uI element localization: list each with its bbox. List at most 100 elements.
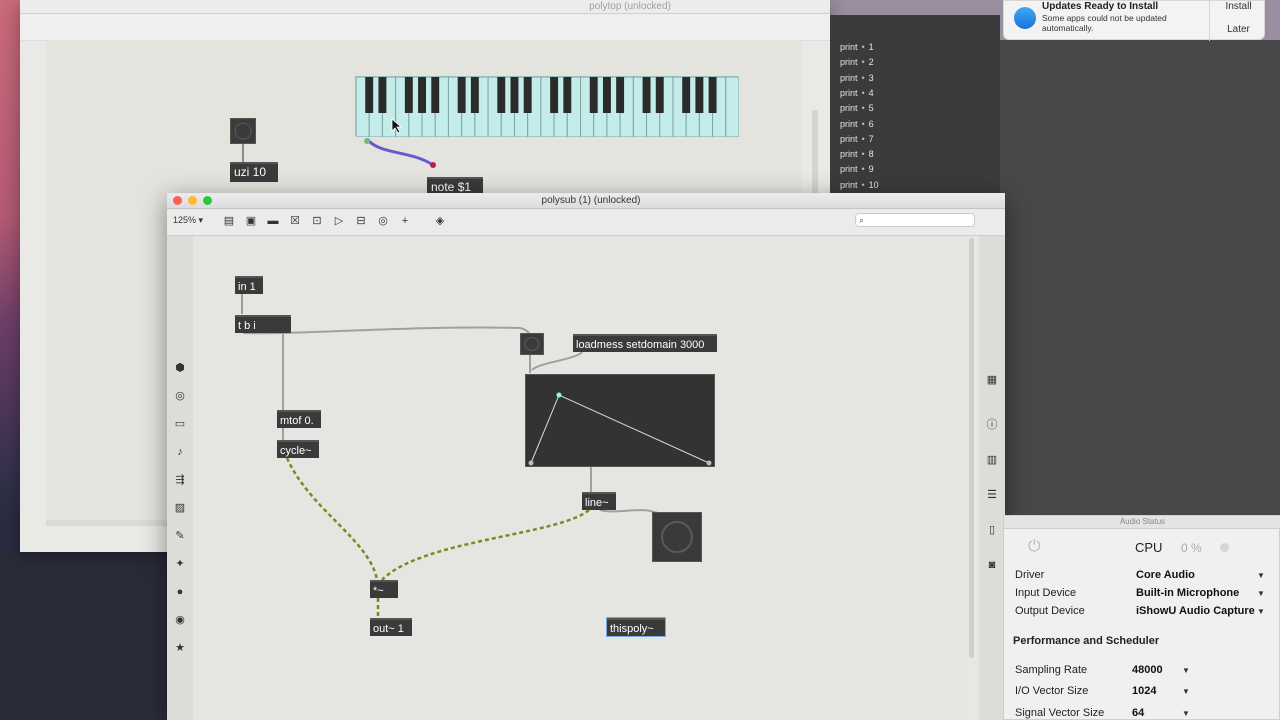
paint-icon[interactable]: ◈: [432, 213, 448, 229]
lock-icon[interactable]: ▤: [221, 213, 237, 229]
loadmess-object[interactable]: loadmess setdomain 3000: [573, 334, 717, 352]
black-key: [365, 77, 374, 113]
io-vector-chevron-icon[interactable]: ▼: [1182, 687, 1190, 696]
kslider-keyboard[interactable]: [355, 76, 739, 137]
io-icon[interactable]: ⇶: [173, 473, 187, 487]
play-icon[interactable]: ▷: [331, 213, 347, 229]
left-sidebar: ⬢ ◎ ▭ ♪ ⇶ ▨ ✎ ✦ ● ◉ ★: [167, 236, 193, 720]
black-key: [523, 77, 532, 113]
presentation-icon[interactable]: ▣: [243, 213, 259, 229]
cycle-object[interactable]: cycle~: [277, 440, 319, 458]
sampling-rate-select[interactable]: 48000: [1132, 664, 1163, 676]
console-line[interactable]: print • 1: [840, 42, 874, 52]
book-icon[interactable]: ▥: [985, 453, 999, 467]
console-object-name: print: [840, 149, 858, 160]
console-line[interactable]: print • 9: [840, 164, 874, 174]
output-chevron-icon[interactable]: ▼: [1257, 607, 1265, 616]
columns-icon[interactable]: ▯: [985, 523, 999, 537]
console-message: 3: [868, 72, 874, 83]
black-key: [378, 77, 387, 113]
pin-icon[interactable]: ✦: [173, 557, 187, 571]
mtof-object[interactable]: mtof 0.: [277, 410, 321, 428]
console-message: 2: [868, 57, 874, 68]
debug-icon[interactable]: ◎: [375, 213, 391, 229]
comment-icon[interactable]: ▬: [265, 213, 281, 229]
vizzie-icon[interactable]: ●: [173, 585, 187, 599]
uzi-object[interactable]: uzi 10: [230, 162, 278, 182]
search-input[interactable]: ⌕: [855, 213, 975, 227]
outlet-object[interactable]: out~ 1: [370, 618, 412, 636]
black-key: [497, 77, 506, 113]
console-separator: •: [861, 179, 865, 190]
polysub-title: polysub (1) (unlocked): [541, 195, 641, 206]
console-message: 6: [868, 118, 874, 129]
zoom-level-menu[interactable]: 125% ▾: [173, 215, 203, 226]
driver-chevron-icon[interactable]: ▼: [1257, 571, 1265, 580]
multiply-object[interactable]: *~: [370, 580, 398, 598]
install-button[interactable]: Install: [1210, 1, 1267, 13]
bang-button[interactable]: [230, 118, 256, 144]
slider-icon[interactable]: ▭: [173, 417, 187, 431]
console-line[interactable]: print • 7: [840, 134, 874, 144]
signal-vector-select[interactable]: 64: [1132, 707, 1144, 719]
polysub-canvas[interactable]: [193, 236, 967, 720]
target-icon[interactable]: ◎: [173, 389, 187, 403]
console-message: 7: [868, 133, 874, 144]
cube-icon[interactable]: ⬢: [173, 361, 187, 375]
input-device-select[interactable]: Built-in Microphone: [1136, 587, 1239, 599]
function-envelope-editor[interactable]: [525, 374, 715, 467]
close-box-icon[interactable]: ☒: [287, 213, 303, 229]
camera-icon[interactable]: ◙: [985, 558, 999, 572]
envelope-bang[interactable]: [520, 333, 544, 355]
polytop-vscroll[interactable]: [812, 110, 818, 200]
black-key: [682, 77, 691, 113]
console-object-name: print: [840, 179, 858, 190]
black-key: [589, 77, 598, 113]
ezdac-button[interactable]: [652, 512, 702, 562]
io-vector-select[interactable]: 1024: [1132, 685, 1156, 697]
input-chevron-icon[interactable]: ▼: [1257, 589, 1265, 598]
output-device-select[interactable]: iShowU Audio Capture: [1136, 605, 1255, 617]
black-key: [616, 77, 625, 113]
driver-select[interactable]: Core Audio: [1136, 569, 1195, 581]
performance-section-header[interactable]: Performance and Scheduler: [1013, 635, 1159, 647]
signal-vector-chevron-icon[interactable]: ▼: [1182, 709, 1190, 718]
thispoly-object[interactable]: thispoly~: [606, 617, 666, 637]
star-icon[interactable]: ★: [173, 641, 187, 655]
grid-icon[interactable]: ⊟: [353, 213, 369, 229]
info-icon[interactable]: ⓘ: [985, 418, 999, 432]
grid-panel-icon[interactable]: ▦: [985, 373, 999, 387]
music-note-icon[interactable]: ♪: [173, 445, 187, 459]
audio-status-window: Audio Status ⏻ CPU 0 % Driver Core Audio…: [1003, 515, 1280, 720]
inlet-object[interactable]: in 1: [235, 276, 263, 294]
polysub-vscroll[interactable]: [969, 238, 974, 658]
console-line[interactable]: print • 10: [840, 180, 879, 190]
image-icon[interactable]: ▨: [173, 501, 187, 515]
cpu-label: CPU: [1135, 540, 1163, 555]
list-icon[interactable]: ☰: [985, 488, 999, 502]
object-icon[interactable]: ⊡: [309, 213, 325, 229]
audio-status-title: Audio Status: [1119, 517, 1166, 526]
console-line[interactable]: print • 6: [840, 119, 874, 129]
polytop-toolbar: [20, 14, 830, 41]
console-line[interactable]: print • 8: [840, 149, 874, 159]
beap-icon[interactable]: ◉: [173, 613, 187, 627]
console-line[interactable]: print • 3: [840, 73, 874, 83]
power-icon[interactable]: ⏻: [1028, 538, 1046, 556]
console-separator: •: [861, 87, 865, 98]
console-line[interactable]: print • 4: [840, 88, 874, 98]
later-button[interactable]: Later: [1210, 23, 1267, 37]
console-line[interactable]: print • 2: [840, 57, 874, 67]
black-key: [510, 77, 519, 113]
line-object[interactable]: line~: [582, 492, 616, 510]
trigger-object[interactable]: t b i: [235, 315, 291, 333]
sampling-rate-chevron-icon[interactable]: ▼: [1182, 666, 1190, 675]
black-key: [431, 77, 440, 113]
paperclip-icon[interactable]: ✎: [173, 529, 187, 543]
console-line[interactable]: print • 5: [840, 103, 874, 113]
signal-vector-label: Signal Vector Size: [1015, 707, 1105, 719]
console-object-name: print: [840, 118, 858, 129]
add-icon[interactable]: +: [397, 213, 413, 229]
cpu-indicator: [1220, 543, 1229, 552]
search-icon: ⌕: [859, 215, 865, 225]
